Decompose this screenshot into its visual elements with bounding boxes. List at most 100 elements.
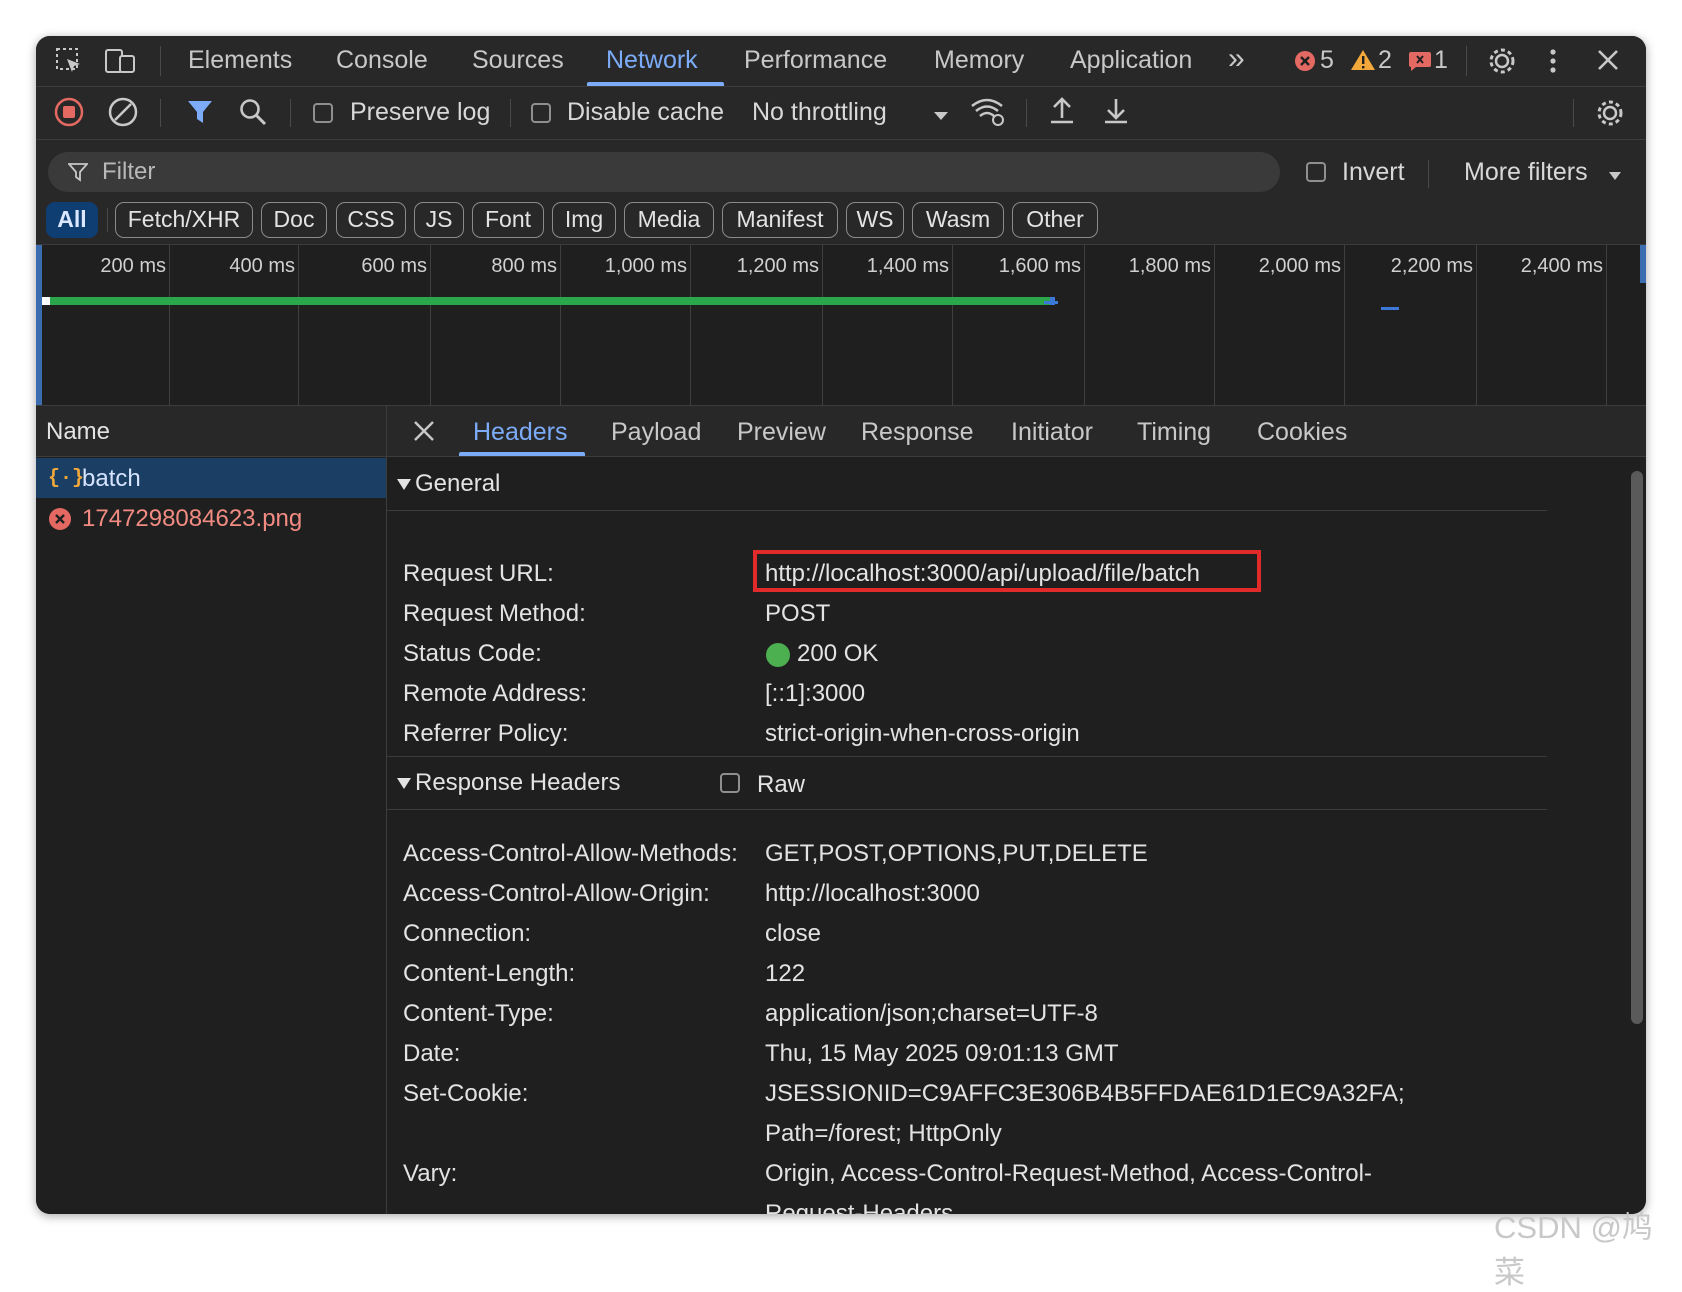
header-key: Status Code:	[403, 640, 542, 667]
filter-chip-fetch-xhr[interactable]: Fetch/XHR	[115, 202, 253, 238]
timeline-download-bar	[1044, 301, 1058, 304]
preserve-log-label[interactable]: Preserve log	[350, 98, 490, 127]
header-value-continued[interactable]: Path=/forest; HttpOnly	[765, 1120, 1002, 1148]
raw-label[interactable]: Raw	[757, 771, 805, 799]
header-value[interactable]: application/json;charset=UTF-8	[765, 1000, 1098, 1028]
filter-input[interactable]: Filter	[48, 152, 1280, 192]
filter-chip-ws[interactable]: WS	[846, 202, 904, 238]
more-options-icon[interactable]	[1548, 46, 1558, 81]
preserve-log-checkbox[interactable]	[313, 103, 333, 123]
header-value[interactable]: http://localhost:3000	[765, 880, 980, 908]
tab-cookies[interactable]: Cookies	[1257, 418, 1347, 447]
header-value-continued[interactable]: Request-Headers	[765, 1200, 953, 1214]
timeline-waiting-bar	[42, 297, 50, 305]
invert-checkbox[interactable]	[1306, 162, 1326, 182]
tab-console[interactable]: Console	[336, 46, 428, 75]
request-row-png[interactable]: 1747298084623.png	[36, 498, 386, 538]
throttling-select[interactable]: No throttling	[752, 98, 887, 127]
close-devtools-icon[interactable]	[1596, 48, 1620, 77]
filter-chip-doc[interactable]: Doc	[261, 202, 327, 238]
error-icon[interactable]	[1294, 50, 1316, 77]
filter-chip-wasm[interactable]: Wasm	[912, 202, 1004, 238]
close-details-icon[interactable]	[413, 420, 435, 447]
tab-initiator[interactable]: Initiator	[1011, 418, 1093, 447]
network-conditions-icon[interactable]	[970, 97, 1006, 132]
disable-cache-label[interactable]: Disable cache	[567, 98, 724, 127]
export-har-icon[interactable]	[1102, 96, 1130, 131]
header-key: Referrer Policy:	[403, 720, 569, 747]
tick-label: 1,600 ms	[998, 255, 1081, 277]
import-har-icon[interactable]	[1048, 96, 1076, 131]
warning-count[interactable]: 2	[1378, 46, 1392, 75]
timeline-left-handle[interactable]	[36, 245, 42, 405]
timeline-right-handle[interactable]	[1640, 245, 1646, 283]
header-value[interactable]: Thu, 15 May 2025 09:01:13 GMT	[765, 1040, 1119, 1068]
filter-chip-manifest[interactable]: Manifest	[722, 202, 838, 238]
details-tab-bar: Headers Payload Preview Response Initiat…	[387, 406, 1646, 457]
header-value[interactable]: [::1]:3000	[765, 680, 865, 708]
clear-icon[interactable]	[108, 97, 138, 132]
tick-label: 2,000 ms	[1258, 255, 1341, 277]
status-ok-icon	[766, 643, 790, 667]
header-value[interactable]: JSESSIONID=C9AFFC3E306B4B5FFDAE61D1EC9A3…	[765, 1080, 1405, 1108]
header-value[interactable]: 122	[765, 960, 805, 988]
search-icon[interactable]	[238, 97, 268, 132]
error-icon	[48, 507, 72, 536]
filter-chip-img[interactable]: Img	[552, 202, 616, 238]
tab-network[interactable]: Network	[606, 46, 698, 75]
response-headers-section-header[interactable]: Response Headers Raw	[387, 756, 1547, 810]
raw-checkbox[interactable]	[720, 773, 740, 793]
tab-response[interactable]: Response	[861, 418, 974, 447]
filter-chip-media[interactable]: Media	[624, 202, 714, 238]
tab-elements[interactable]: Elements	[188, 46, 292, 75]
dropdown-arrow-icon[interactable]	[933, 108, 949, 126]
tab-headers[interactable]: Headers	[473, 418, 568, 447]
more-filters-dropdown-icon[interactable]	[1608, 168, 1622, 186]
error-count[interactable]: 5	[1320, 46, 1334, 75]
tab-memory[interactable]: Memory	[934, 46, 1024, 75]
issues-icon[interactable]	[1408, 50, 1432, 77]
inspect-element-icon[interactable]	[54, 46, 84, 81]
tab-sources[interactable]: Sources	[472, 46, 564, 75]
filter-chip-font[interactable]: Font	[472, 202, 544, 238]
more-filters-button[interactable]: More filters	[1464, 158, 1588, 187]
name-column-header[interactable]: Name	[36, 406, 386, 457]
filter-chip-other[interactable]: Other	[1012, 202, 1098, 238]
status-code-value[interactable]: 200 OK	[797, 640, 878, 668]
tab-performance[interactable]: Performance	[744, 46, 887, 75]
network-settings-gear-icon[interactable]	[1594, 97, 1626, 134]
header-value[interactable]: Origin, Access-Control-Request-Method, A…	[765, 1160, 1372, 1188]
network-timeline-overview[interactable]: 200 ms 400 ms 600 ms 800 ms 1,000 ms 1,2…	[36, 245, 1646, 406]
header-value[interactable]: POST	[765, 600, 830, 628]
settings-gear-icon[interactable]	[1486, 45, 1518, 82]
filter-chip-css[interactable]: CSS	[336, 202, 406, 238]
filter-chip-js[interactable]: JS	[414, 202, 464, 238]
request-url-value[interactable]: http://localhost:3000/api/upload/file/ba…	[765, 560, 1200, 588]
tick-label: 2,200 ms	[1390, 255, 1473, 277]
header-value[interactable]: GET,POST,OPTIONS,PUT,DELETE	[765, 840, 1148, 868]
tab-application[interactable]: Application	[1070, 46, 1192, 75]
header-value[interactable]: close	[765, 920, 821, 948]
more-tabs-button[interactable]: »	[1228, 42, 1245, 76]
device-toolbar-icon[interactable]	[104, 46, 136, 81]
header-value[interactable]: strict-origin-when-cross-origin	[765, 720, 1080, 748]
header-key: Connection:	[403, 920, 532, 947]
header-key: Content-Type:	[403, 1000, 554, 1027]
tick-label: 1,800 ms	[1128, 255, 1211, 277]
filter-chip-all[interactable]: All	[46, 202, 98, 238]
watermark: CSDN @鸠菜	[1494, 1210, 1653, 1290]
details-scrollbar[interactable]	[1631, 471, 1643, 1024]
tab-payload[interactable]: Payload	[611, 418, 701, 447]
request-row-batch[interactable]: {·} batch	[36, 458, 386, 498]
issues-count[interactable]: 1	[1434, 46, 1448, 75]
stop-recording-icon[interactable]	[54, 97, 84, 132]
filter-funnel-icon[interactable]	[186, 98, 214, 131]
invert-label[interactable]: Invert	[1342, 158, 1405, 187]
tab-timing[interactable]: Timing	[1137, 418, 1211, 447]
header-key: Set-Cookie:	[403, 1080, 529, 1107]
disable-cache-checkbox[interactable]	[531, 103, 551, 123]
warning-icon[interactable]	[1350, 49, 1376, 76]
devtools-window: Elements Console Sources Network Perform…	[36, 36, 1646, 1214]
tab-preview[interactable]: Preview	[737, 418, 826, 447]
general-section-header[interactable]: General	[387, 458, 1547, 511]
